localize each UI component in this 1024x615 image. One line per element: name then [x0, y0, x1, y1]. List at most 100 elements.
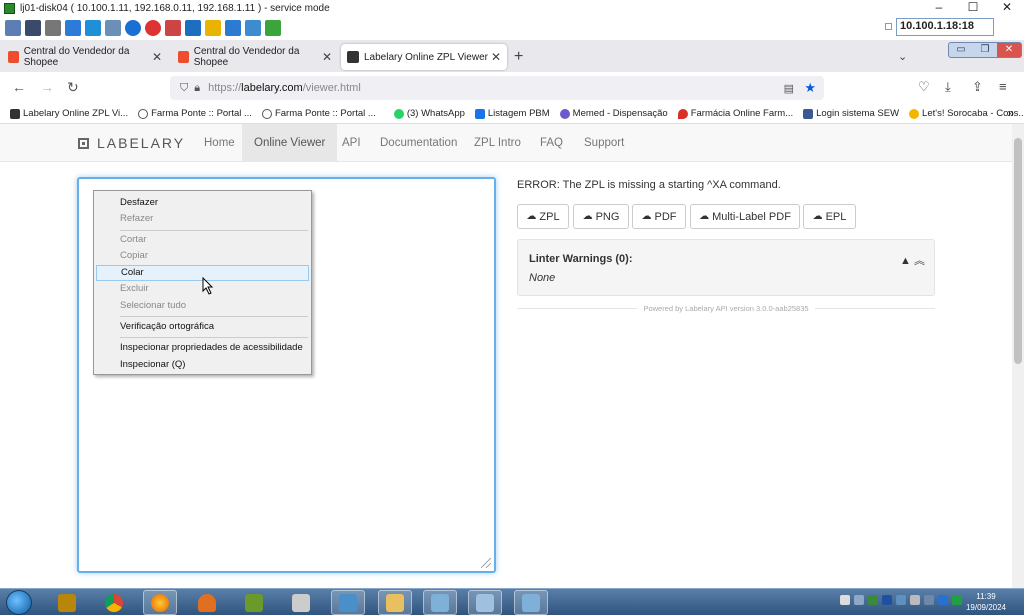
maximize-button[interactable]: ☐: [956, 0, 990, 16]
bookmark-star-icon[interactable]: ★: [804, 80, 816, 96]
collapse-icon[interactable]: ︽: [914, 255, 925, 267]
back-icon[interactable]: ←: [12, 79, 26, 95]
windows-icon[interactable]: [85, 20, 101, 36]
remote-minimize-icon[interactable]: ▭: [949, 43, 973, 57]
taskbar-app[interactable]: [50, 590, 84, 615]
download-pdf-button[interactable]: ☁ PDF: [632, 204, 686, 229]
taskbar-app[interactable]: [237, 590, 271, 615]
new-tab-icon[interactable]: +: [514, 48, 523, 66]
start-button[interactable]: [6, 590, 32, 615]
network-icon[interactable]: [245, 20, 261, 36]
bookmark-item[interactable]: Farmácia Online Farm...: [677, 108, 793, 119]
bookmark-item[interactable]: Login sistema SEW: [803, 108, 899, 119]
nav-home[interactable]: Home: [192, 124, 247, 162]
tray-network-icon[interactable]: [868, 595, 878, 605]
transfer-icon[interactable]: [165, 20, 181, 36]
gear-icon[interactable]: [45, 20, 61, 36]
lock-icon[interactable]: 🔒︎: [194, 82, 200, 95]
nav-documentation[interactable]: Documentation: [368, 124, 469, 162]
folder-icon[interactable]: [205, 20, 221, 36]
download-png-button[interactable]: ☁ PNG: [573, 204, 629, 229]
forward-icon[interactable]: →: [40, 79, 54, 95]
taskbar-app[interactable]: [468, 590, 502, 615]
resize-handle-icon[interactable]: [481, 558, 491, 568]
menu-icon[interactable]: ≡: [999, 79, 1007, 94]
download-epl-button[interactable]: ☁ EPL: [803, 204, 856, 229]
taskbar-app[interactable]: [331, 590, 365, 615]
bookmark-item[interactable]: Farma Ponte :: Portal ...: [261, 108, 376, 119]
tray-shield-icon[interactable]: [882, 595, 892, 605]
fullscreen-icon[interactable]: [25, 20, 41, 36]
reload-icon[interactable]: ↻: [67, 79, 79, 96]
bookmark-item[interactable]: Labelary Online ZPL Vi...: [10, 108, 128, 119]
taskbar-app[interactable]: [97, 590, 131, 615]
tray-volume-icon[interactable]: [910, 595, 920, 605]
vertical-scrollbar[interactable]: [1012, 124, 1024, 588]
tray-language-icon[interactable]: [924, 595, 934, 605]
taskbar-app[interactable]: [284, 590, 318, 615]
nav-api[interactable]: API: [330, 124, 373, 162]
menu-item-undo[interactable]: Desfazer: [96, 195, 309, 211]
menu-item-spellcheck[interactable]: Verificação ortográfica: [96, 319, 309, 335]
camera-icon[interactable]: [225, 20, 241, 36]
bookmarks-more-icon[interactable]: »: [1007, 106, 1014, 120]
ip-address-field[interactable]: 10.100.1.18:18: [896, 18, 994, 36]
bookmark-item[interactable]: Farma Ponte :: Portal ...: [138, 108, 252, 119]
scrollbar-thumb[interactable]: [1014, 138, 1022, 364]
settings-icon[interactable]: [5, 20, 21, 36]
linter-controls: ▲ ︽: [900, 252, 925, 268]
nav-online-viewer[interactable]: Online Viewer: [242, 124, 338, 162]
tray-arrow-icon[interactable]: [840, 595, 850, 605]
nav-support[interactable]: Support: [572, 124, 636, 162]
info-icon[interactable]: [125, 20, 141, 36]
tray-app-icon[interactable]: [896, 595, 906, 605]
taskbar-app[interactable]: [514, 590, 548, 615]
download-zpl-button[interactable]: ☁ ZPL: [517, 204, 569, 229]
stop-icon[interactable]: [145, 20, 161, 36]
refresh-icon[interactable]: [65, 20, 81, 36]
menu-item-inspect[interactable]: Inspecionar (Q): [96, 357, 309, 373]
menu-item-select-all[interactable]: Selecionar tudo: [96, 298, 309, 314]
reader-view-icon[interactable]: ▤: [784, 82, 794, 95]
tab-shopee-2[interactable]: Central do Vendedor da Shopee ✕: [172, 44, 338, 70]
download-icon[interactable]: ⤓: [945, 79, 951, 95]
monitor-icon[interactable]: [185, 20, 201, 36]
ip-checkbox[interactable]: [885, 23, 892, 30]
tab-labelary[interactable]: Labelary Online ZPL Viewer ✕: [341, 44, 507, 70]
chat-icon[interactable]: [265, 20, 281, 36]
tab-shopee-1[interactable]: Central do Vendedor da Shopee ✕: [2, 44, 168, 70]
tray-z-icon[interactable]: [938, 595, 948, 605]
nav-faq[interactable]: FAQ: [528, 124, 575, 162]
site-brand[interactable]: LABELARY: [78, 135, 185, 151]
nav-zpl-intro[interactable]: ZPL Intro: [462, 124, 533, 162]
taskbar-app[interactable]: [378, 590, 412, 615]
tab-list-chevron-icon[interactable]: ⌄: [898, 50, 907, 63]
system-clock[interactable]: 11:39 19/09/2024: [966, 591, 1006, 613]
tab-close-icon[interactable]: ✕: [491, 50, 501, 64]
pocket-icon[interactable]: ♡: [918, 79, 930, 95]
shield-icon[interactable]: ⛉: [180, 82, 188, 95]
remote-restore-icon[interactable]: ❐: [973, 43, 997, 57]
minimize-button[interactable]: –: [922, 0, 956, 16]
tray-monitor-icon[interactable]: [854, 595, 864, 605]
warning-icon[interactable]: ▲: [900, 255, 911, 267]
taskbar-app[interactable]: [143, 590, 177, 615]
bookmark-item[interactable]: Memed - Dispensação: [559, 108, 668, 119]
taskbar-app[interactable]: [190, 590, 224, 615]
tab-close-icon[interactable]: ✕: [152, 50, 162, 64]
bookmark-item[interactable]: (3) WhatsApp: [393, 108, 465, 119]
menu-item-cut[interactable]: Cortar: [96, 232, 309, 248]
tray-status-icon[interactable]: [952, 595, 962, 605]
tab-close-icon[interactable]: ✕: [322, 50, 332, 64]
share-icon[interactable]: ⇪: [972, 79, 983, 95]
menu-item-inspect-accessibility[interactable]: Inspecionar propriedades de acessibilida…: [96, 340, 309, 356]
address-bar[interactable]: ⛉ 🔒︎ https://labelary.com/viewer.html ▤ …: [170, 76, 824, 100]
download-multi-label-pdf-button[interactable]: ☁ Multi-Label PDF: [690, 204, 800, 229]
taskbar-app[interactable]: [423, 590, 457, 615]
menu-item-redo[interactable]: Refazer: [96, 211, 309, 227]
bookmark-item[interactable]: Listagem PBM: [474, 108, 550, 119]
menu-item-copy[interactable]: Copiar: [96, 248, 309, 264]
screenshot-icon[interactable]: [105, 20, 121, 36]
remote-close-icon[interactable]: ✕: [997, 43, 1021, 57]
close-button[interactable]: ✕: [990, 0, 1024, 16]
